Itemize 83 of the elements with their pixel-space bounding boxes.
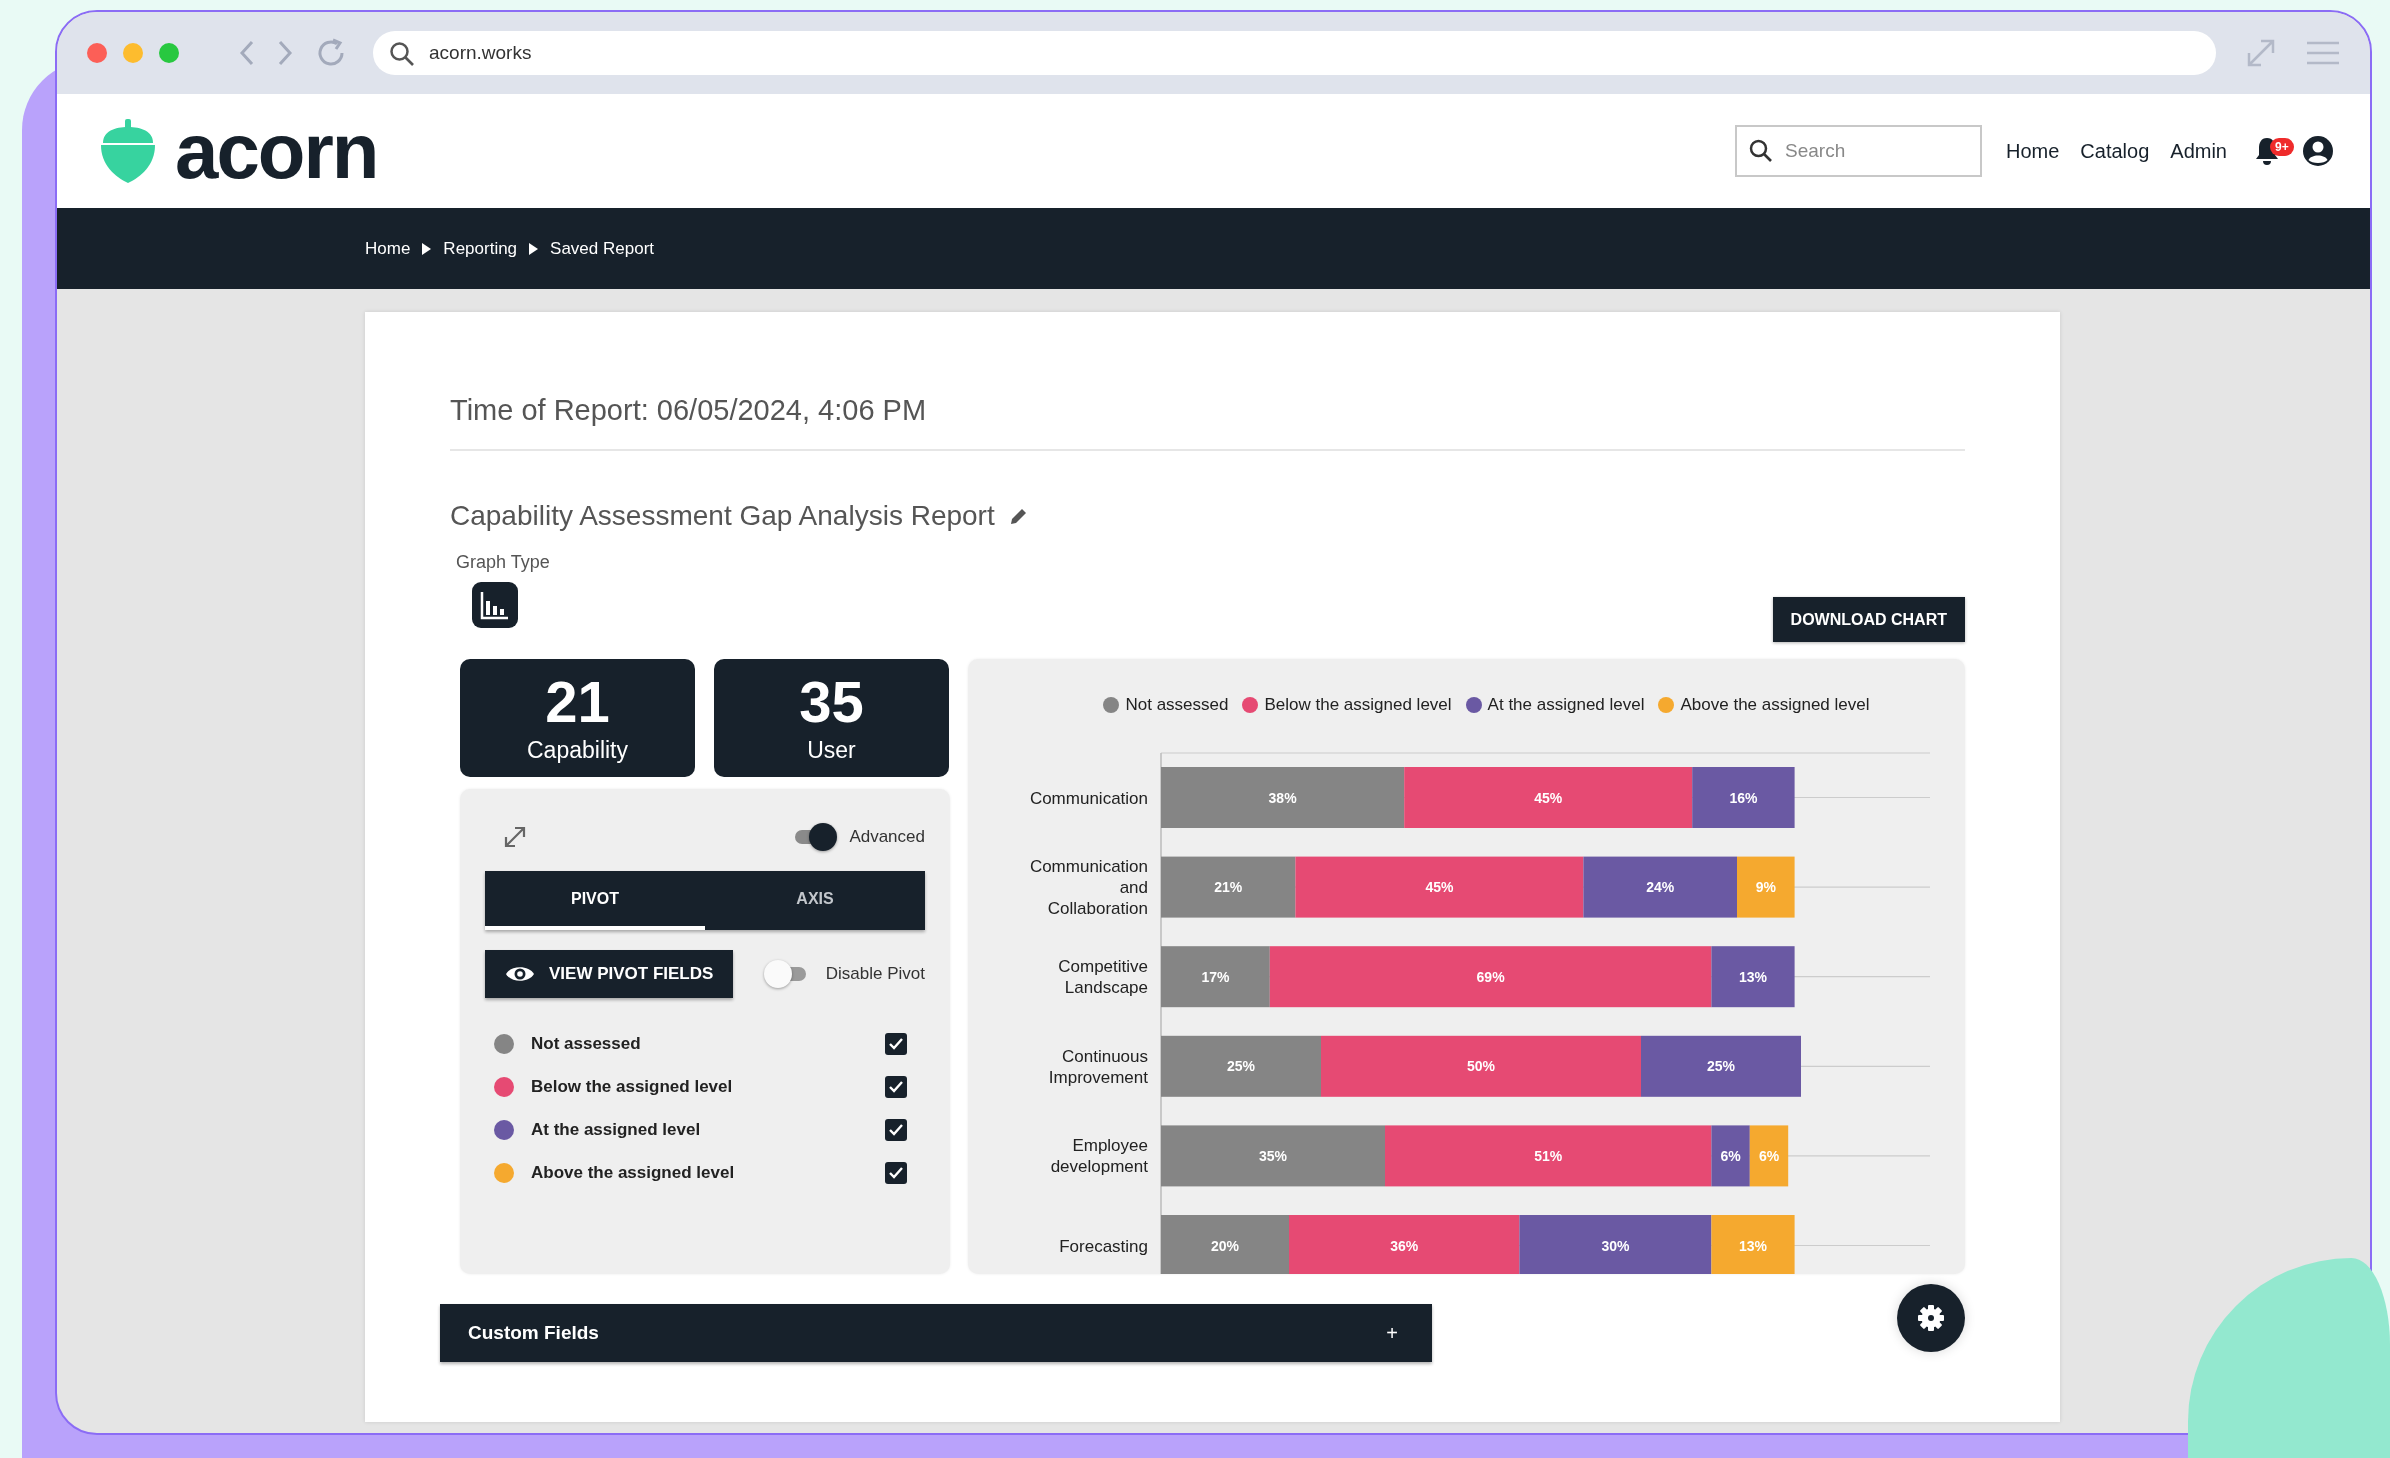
checkbox[interactable] — [885, 1119, 907, 1141]
data-label: 38% — [1268, 789, 1297, 806]
data-label: 50% — [1467, 1058, 1495, 1075]
stat-value: 21 — [545, 672, 610, 731]
legend-label: Not assessed — [1125, 695, 1229, 715]
category-label: Continuous Improvement — [1048, 1046, 1148, 1087]
download-chart-button[interactable]: DOWNLOAD CHART — [1772, 597, 1965, 642]
category-label: Employee development — [1050, 1136, 1148, 1177]
data-label: 9% — [1755, 879, 1776, 896]
view-pivot-fields-button[interactable]: VIEW PIVOT FIELDS — [485, 950, 734, 998]
nav-link[interactable]: Home — [2006, 139, 2060, 163]
edit-icon[interactable] — [1008, 506, 1029, 526]
user-avatar-icon[interactable] — [2302, 135, 2334, 167]
bar-chart-type-button[interactable] — [471, 581, 519, 629]
stat-value: 35 — [799, 672, 864, 731]
address-field[interactable]: acorn.works — [373, 31, 2216, 75]
search-icon — [389, 41, 415, 67]
data-label: 36% — [1390, 1237, 1419, 1254]
data-label: 25% — [1707, 1058, 1735, 1075]
series-label: Below the assigned level — [531, 1077, 734, 1097]
nav-link[interactable]: Catalog — [2080, 139, 2150, 163]
checkbox[interactable] — [885, 1033, 907, 1055]
series-label: Above the assigned level — [531, 1163, 736, 1183]
logo-text: acorn — [175, 112, 378, 190]
toggle-switch[interactable] — [763, 960, 808, 988]
data-label: 30% — [1601, 1237, 1630, 1254]
data-label: 69% — [1476, 968, 1505, 985]
data-label: 35% — [1259, 1147, 1287, 1164]
data-label: 16% — [1729, 789, 1758, 806]
data-label: 6% — [1758, 1147, 1780, 1164]
accordion-title: Custom Fields — [468, 1322, 599, 1344]
data-label: 25% — [1227, 1058, 1255, 1075]
breadcrumb-current: Saved Report — [550, 238, 655, 259]
data-label: 13% — [1739, 968, 1767, 985]
series-label: Not assessed — [531, 1034, 642, 1054]
data-label: 45% — [1425, 879, 1454, 896]
data-label: 24% — [1646, 879, 1675, 896]
data-label: 6% — [1720, 1147, 1741, 1164]
search-field[interactable]: Search — [1735, 125, 1982, 177]
bar-segment — [1749, 1125, 1789, 1187]
data-label: 45% — [1534, 789, 1563, 806]
category-label: Communication and Collaboration — [1029, 857, 1148, 919]
check-icon — [888, 1123, 904, 1137]
tab[interactable]: AXIS — [705, 871, 925, 930]
bar-chart-icon — [471, 581, 519, 629]
tab[interactable]: PIVOT — [485, 871, 705, 930]
check-icon — [888, 1080, 904, 1094]
data-label: 51% — [1534, 1147, 1563, 1164]
nav-link[interactable]: Admin — [2170, 139, 2227, 163]
search-icon — [1749, 139, 1773, 163]
stat-label: User — [807, 736, 856, 764]
toggle-label: Advanced — [849, 827, 925, 847]
checkbox[interactable] — [885, 1076, 907, 1098]
expand-icon[interactable] — [503, 825, 527, 849]
settings-button[interactable] — [1897, 1284, 1965, 1352]
series-label: At the assigned level — [531, 1120, 702, 1140]
check-icon — [888, 1037, 904, 1051]
report-timestamp: Time of Report: 06/05/2024, 4:06 PM — [450, 394, 928, 427]
breadcrumb-separator-icon — [529, 242, 539, 255]
graph-type-label: Graph Type — [456, 552, 551, 573]
data-label: 21% — [1214, 879, 1243, 896]
toggle-switch[interactable] — [793, 823, 838, 851]
notification-badge: 9+ — [2270, 138, 2294, 156]
legend-label: Below the assigned level — [1264, 695, 1452, 715]
data-label: 20% — [1211, 1237, 1239, 1254]
category-label: Communication — [1029, 788, 1148, 808]
category-label: Competitive Landscape — [1058, 957, 1148, 998]
data-label: 13% — [1739, 1237, 1767, 1254]
stat-label: Capability — [527, 736, 628, 764]
toggle-label: Disable Pivot — [825, 964, 925, 984]
check-icon — [888, 1166, 904, 1180]
breadcrumb-link[interactable]: Reporting — [443, 238, 518, 259]
eye-icon — [505, 964, 535, 984]
legend-label: Above the assigned level — [1680, 695, 1870, 715]
category-label: Forecasting — [1059, 1236, 1148, 1256]
report-title: Capability Assessment Gap Analysis Report — [450, 500, 995, 532]
legend-label: At the assigned level — [1487, 695, 1645, 715]
breadcrumb-separator-icon — [422, 242, 432, 255]
data-label: 17% — [1201, 968, 1230, 985]
checkbox[interactable] — [885, 1162, 907, 1184]
expand-button[interactable]: + — [1380, 1321, 1404, 1345]
breadcrumb-link[interactable]: Home — [365, 238, 411, 259]
acorn-logo-icon — [99, 119, 157, 183]
